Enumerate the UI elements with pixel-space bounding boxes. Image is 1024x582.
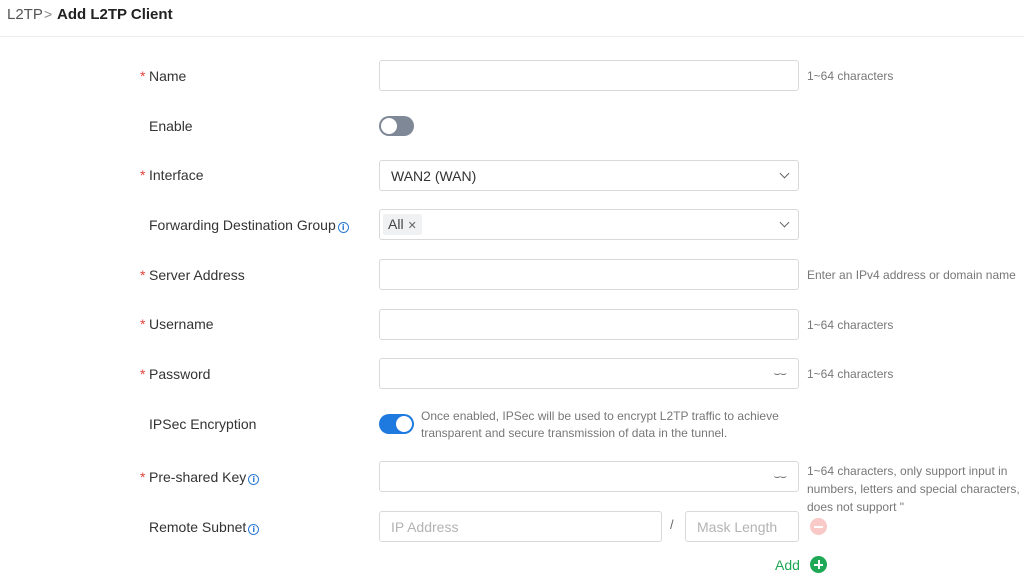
- eye-closed-icon[interactable]: ⌣⌣: [774, 368, 788, 381]
- forwarding-group-label-text: Forwarding Destination Group: [149, 217, 336, 233]
- forwarding-group-label: Forwarding Destination Group i: [149, 217, 349, 233]
- enable-toggle[interactable]: [379, 116, 414, 136]
- interface-select[interactable]: WAN2 (WAN): [379, 160, 799, 191]
- required-marker: *: [140, 68, 146, 84]
- chevron-down-icon: [779, 168, 790, 179]
- forwarding-group-tag: All ✕: [383, 214, 422, 235]
- tag-remove-icon[interactable]: ✕: [408, 220, 417, 232]
- required-marker: *: [140, 167, 146, 183]
- server-address-hint: Enter an IPv4 address or domain name: [807, 268, 1016, 282]
- toggle-knob: [396, 416, 412, 432]
- forwarding-group-select[interactable]: All ✕: [379, 209, 799, 240]
- psk-hint: 1~64 characters, only support input in n…: [807, 464, 1020, 514]
- username-hint: 1~64 characters: [807, 318, 894, 332]
- name-hint: 1~64 characters: [807, 69, 894, 83]
- server-address-label: Server Address: [149, 267, 245, 283]
- toggle-knob: [381, 118, 397, 134]
- info-icon[interactable]: i: [248, 524, 260, 535]
- subnet-separator: /: [670, 517, 674, 532]
- breadcrumb-parent-link[interactable]: L2TP: [7, 6, 43, 23]
- breadcrumb: L2TP > Add L2TP Client: [0, 0, 1024, 37]
- chevron-down-icon: [779, 217, 790, 228]
- required-marker: *: [140, 366, 146, 382]
- info-icon[interactable]: i: [248, 474, 260, 485]
- psk-label-text: Pre-shared Key: [149, 469, 247, 485]
- username-input[interactable]: [379, 309, 799, 340]
- interface-select-value: WAN2 (WAN): [391, 168, 477, 184]
- tag-label: All: [388, 216, 404, 232]
- name-input[interactable]: [379, 60, 799, 91]
- mask-placeholder: Mask Length: [697, 519, 778, 535]
- page-title: Add L2TP Client: [57, 6, 173, 23]
- breadcrumb-separator: >: [44, 6, 53, 22]
- interface-label: Interface: [149, 167, 204, 183]
- ipsec-label: IPSec Encryption: [149, 416, 257, 432]
- enable-label: Enable: [149, 118, 193, 134]
- psk-input[interactable]: ⌣⌣: [379, 461, 799, 492]
- info-icon[interactable]: i: [337, 222, 349, 233]
- server-address-input[interactable]: [379, 259, 799, 290]
- required-marker: *: [140, 469, 146, 485]
- name-label: Name: [149, 68, 187, 84]
- psk-label: Pre-shared Key i: [149, 469, 260, 485]
- remote-subnet-mask-input[interactable]: Mask Length: [685, 511, 799, 542]
- add-icon[interactable]: [810, 556, 827, 573]
- remove-subnet-icon[interactable]: [810, 518, 827, 535]
- remote-subnet-ip-input[interactable]: IP Address: [379, 511, 662, 542]
- remote-subnet-label: Remote Subnet i: [149, 519, 260, 535]
- ipsec-toggle[interactable]: [379, 414, 414, 434]
- password-hint: 1~64 characters: [807, 367, 894, 381]
- ip-placeholder: IP Address: [391, 519, 459, 535]
- eye-closed-icon[interactable]: ⌣⌣: [774, 471, 788, 484]
- password-input[interactable]: ⌣⌣: [379, 358, 799, 389]
- required-marker: *: [140, 316, 146, 332]
- ipsec-description: Once enabled, IPSec will be used to encr…: [421, 409, 779, 440]
- add-subnet-button[interactable]: Add: [775, 557, 800, 573]
- password-label: Password: [149, 366, 211, 382]
- remote-subnet-label-text: Remote Subnet: [149, 519, 247, 535]
- required-marker: *: [140, 267, 146, 283]
- username-label: Username: [149, 316, 214, 332]
